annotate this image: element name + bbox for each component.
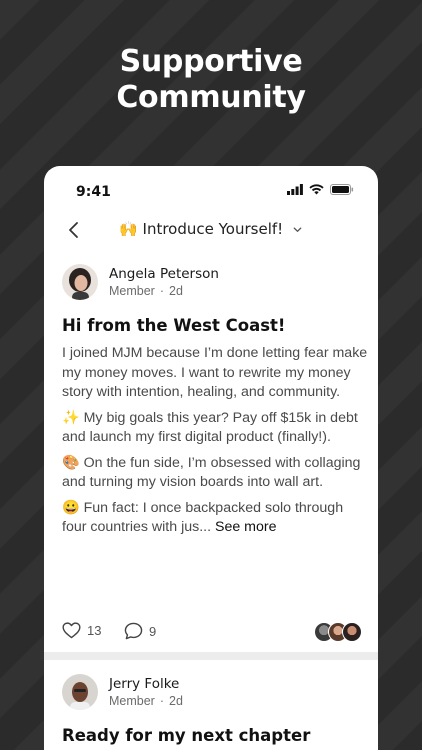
avatar-image <box>62 674 98 710</box>
channel-header: 🙌 Introduce Yourself! <box>44 214 378 250</box>
post-actions: 13 9 <box>62 622 362 644</box>
battery-icon <box>330 184 354 195</box>
avatar[interactable] <box>62 674 98 710</box>
avatar-image <box>62 264 98 300</box>
author-role: Member <box>109 284 155 298</box>
post-paragraph: I joined MJM because I’m done letting fe… <box>62 345 368 400</box>
author-name[interactable]: Jerry Folke <box>109 676 179 692</box>
status-bar: 9:41 <box>44 166 378 214</box>
post-meta: Member · 2d <box>109 694 183 708</box>
wifi-icon <box>309 184 324 195</box>
post-paragraph: ✨ My big goals this year? Pay off $15k i… <box>62 409 358 446</box>
post-paragraph: 🎨 On the fun side, I’m obsessed with col… <box>62 454 361 491</box>
comment-icon <box>124 622 143 640</box>
heart-icon <box>62 622 81 639</box>
signal-icon <box>287 184 303 195</box>
like-button[interactable]: 13 <box>62 622 101 639</box>
post-divider <box>44 652 378 660</box>
post-age: 2d <box>169 694 183 708</box>
chevron-down-icon <box>293 227 302 232</box>
post-age: 2d <box>169 284 183 298</box>
post-paragraph-truncated: 😀 Fun fact: I once backpacked solo throu… <box>62 499 344 536</box>
like-count: 13 <box>87 623 102 638</box>
post-body: I joined MJM because I’m done letting fe… <box>62 344 368 544</box>
status-icons <box>287 184 354 195</box>
post-paragraph: 😀 Fun fact: I once backpacked solo throu… <box>62 499 368 538</box>
post-title: Ready for my next chapter <box>62 726 311 745</box>
post-meta: Member · 2d <box>109 284 183 298</box>
channel-emoji: 🙌 <box>119 220 138 238</box>
channel-selector[interactable]: 🙌 Introduce Yourself! <box>44 220 378 238</box>
see-more-link[interactable]: See more <box>215 519 277 535</box>
author-role: Member <box>109 694 155 708</box>
status-time: 9:41 <box>76 184 111 200</box>
phone-screen: 9:41 🙌 Introduce Yourself! Angela Peters… <box>44 166 378 750</box>
channel-name: Introduce Yourself! <box>142 220 284 238</box>
author-name[interactable]: Angela Peterson <box>109 266 219 282</box>
comment-count: 9 <box>149 623 157 639</box>
comment-button[interactable]: 9 <box>124 622 156 640</box>
post-title: Hi from the West Coast! <box>62 316 286 335</box>
participant-avatars[interactable] <box>314 622 362 642</box>
promo-headline: Supportive Community <box>116 44 306 115</box>
participant-avatar <box>342 622 362 642</box>
avatar[interactable] <box>62 264 98 300</box>
